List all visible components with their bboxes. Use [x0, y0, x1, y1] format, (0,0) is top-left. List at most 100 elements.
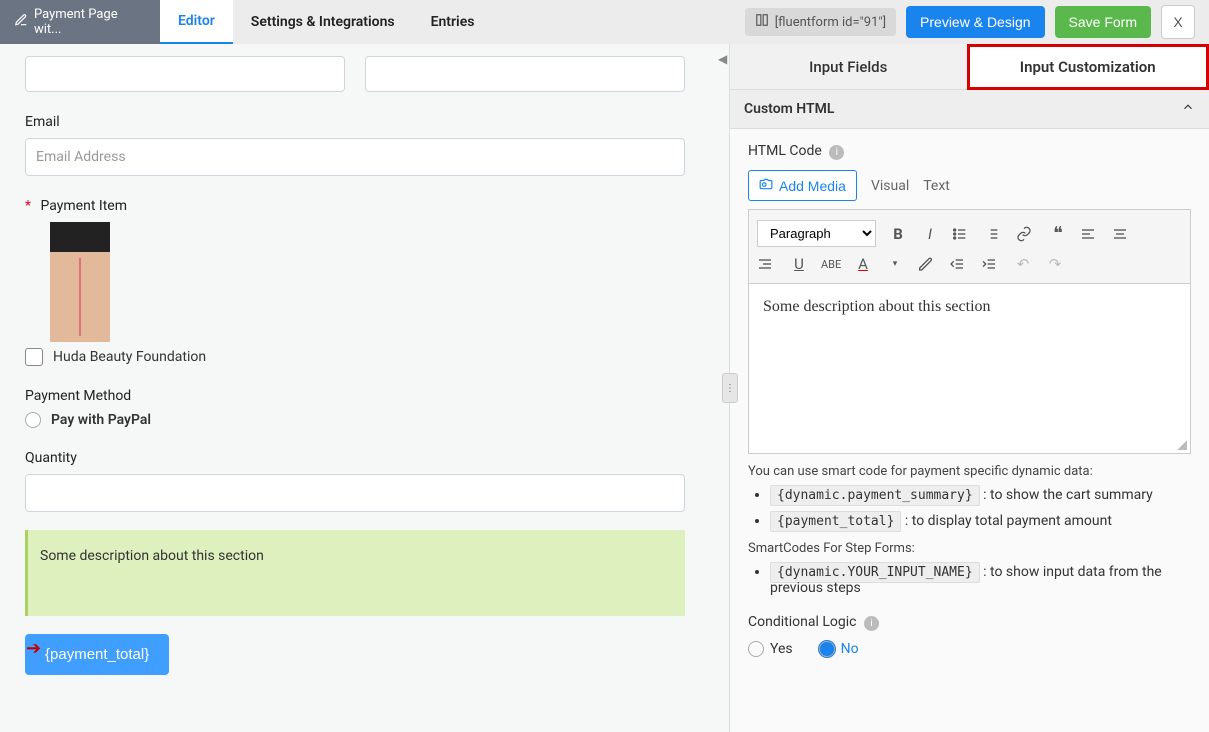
- payment-item-label-text: Payment Item: [41, 198, 127, 214]
- help-icon[interactable]: i: [864, 616, 879, 631]
- smartcode-list: {dynamic.payment_summary} : to show the …: [770, 487, 1191, 529]
- chevron-up-icon: [1181, 100, 1195, 118]
- tab-editor[interactable]: Editor: [160, 0, 233, 44]
- list-item: {dynamic.YOUR_INPUT_NAME} : to show inpu…: [770, 564, 1191, 596]
- custom-html-block[interactable]: Some description about this section: [25, 530, 685, 616]
- conditional-logic-label: Conditional Logic: [748, 614, 856, 630]
- shortcode-display[interactable]: [fluentform id="91"]: [745, 8, 896, 36]
- cond-no-option[interactable]: No: [819, 641, 859, 657]
- quantity-input[interactable]: [25, 474, 685, 512]
- list-item: {payment_total} : to display total payme…: [770, 513, 1191, 529]
- payment-method-label: Payment Method: [25, 388, 685, 404]
- clear-format-icon[interactable]: [917, 256, 937, 272]
- smartcode-hint-intro: You can use smart code for payment speci…: [748, 464, 1191, 479]
- shortcode-text: [fluentform id="91"]: [775, 15, 886, 30]
- shortcode-icon: [755, 13, 769, 31]
- preview-design-button[interactable]: Preview & Design: [906, 6, 1045, 38]
- smartcode-2: {payment_total}: [770, 511, 901, 532]
- format-select[interactable]: Paragraph: [757, 220, 876, 247]
- radio-icon: [819, 641, 835, 657]
- sidebar-body: HTML Code i Add Media Visual Text: [730, 129, 1209, 732]
- quantity-label: Quantity: [25, 450, 685, 466]
- primary-tabs: Editor Settings & Integrations Entries: [160, 0, 492, 44]
- tab-input-customization[interactable]: Input Customization: [967, 44, 1209, 90]
- link-icon[interactable]: [1016, 226, 1036, 242]
- align-right-icon[interactable]: [757, 256, 777, 272]
- name-first-input[interactable]: [25, 56, 345, 92]
- list-item: {dynamic.payment_summary} : to show the …: [770, 487, 1191, 503]
- collapse-icon[interactable]: ◀: [718, 52, 727, 66]
- undo-icon[interactable]: ↶: [1013, 255, 1033, 273]
- mode-text[interactable]: Text: [923, 178, 950, 194]
- conditional-logic-row: Conditional Logic i: [748, 614, 1191, 631]
- strikethrough-icon[interactable]: ABE: [821, 258, 841, 271]
- close-button[interactable]: X: [1161, 5, 1195, 39]
- html-code-label-row: HTML Code i: [748, 143, 1191, 160]
- yes-label: Yes: [770, 641, 793, 657]
- align-center-icon[interactable]: [1112, 226, 1132, 242]
- email-input[interactable]: Email Address: [25, 138, 685, 176]
- align-left-icon[interactable]: [1080, 226, 1100, 242]
- product-image: [50, 222, 110, 342]
- section-custom-html-header[interactable]: Custom HTML: [730, 90, 1209, 129]
- email-placeholder: Email Address: [36, 149, 126, 165]
- outdent-icon[interactable]: [949, 256, 969, 272]
- sidebar-tabs: Input Fields Input Customization: [730, 44, 1209, 90]
- cond-yes-option[interactable]: Yes: [748, 641, 793, 657]
- italic-icon[interactable]: I: [920, 225, 940, 243]
- product-option-row[interactable]: Huda Beauty Foundation: [25, 348, 685, 366]
- toolbar: Paragraph B I ❝ U ABE A ▾: [748, 209, 1191, 284]
- resize-handle[interactable]: ⋮: [722, 373, 738, 403]
- tab-settings[interactable]: Settings & Integrations: [233, 0, 413, 44]
- redo-icon[interactable]: ↷: [1045, 255, 1065, 273]
- quote-icon[interactable]: ❝: [1048, 223, 1068, 244]
- paypal-option-row[interactable]: Pay with PayPal: [25, 412, 685, 428]
- html-editor[interactable]: Some description about this section: [748, 284, 1191, 454]
- payment-total-button[interactable]: {payment_total}: [25, 634, 169, 675]
- add-media-button[interactable]: Add Media: [748, 170, 857, 201]
- checkbox-icon[interactable]: [25, 348, 43, 366]
- payment-item-label: * Payment Item: [25, 198, 685, 214]
- tab-entries[interactable]: Entries: [413, 0, 493, 44]
- text-color-dropdown-icon[interactable]: ▾: [885, 259, 905, 269]
- underline-icon[interactable]: U: [789, 255, 809, 273]
- product-option-label: Huda Beauty Foundation: [53, 349, 206, 365]
- form-canvas: Email Email Address * Payment Item Huda …: [0, 44, 729, 732]
- sidebar: ◀ ⋮ Input Fields Input Customization Cus…: [729, 44, 1209, 732]
- step-smartcode-list: {dynamic.YOUR_INPUT_NAME} : to show inpu…: [770, 564, 1191, 596]
- text-color-icon[interactable]: A: [853, 255, 873, 273]
- step-smartcode-heading: SmartCodes For Step Forms:: [748, 541, 1191, 556]
- top-right: [fluentform id="91"] Preview & Design Sa…: [745, 5, 1209, 39]
- top-bar: Payment Page wit... Editor Settings & In…: [0, 0, 1209, 44]
- add-media-label: Add Media: [779, 178, 846, 194]
- smartcode-2-text: : to display total payment amount: [905, 513, 1112, 529]
- resize-grip-icon[interactable]: [1177, 440, 1187, 450]
- name-last-input[interactable]: [365, 56, 685, 92]
- tab-input-fields[interactable]: Input Fields: [730, 44, 967, 90]
- smartcode-1-text: : to show the cart summary: [983, 487, 1153, 503]
- indent-icon[interactable]: [981, 256, 1001, 272]
- numbered-list-icon[interactable]: [984, 226, 1004, 242]
- mode-visual[interactable]: Visual: [871, 178, 909, 194]
- section-title: Custom HTML: [744, 101, 834, 117]
- no-label: No: [841, 641, 859, 657]
- media-icon: [759, 177, 773, 194]
- page-title: Payment Page wit...: [34, 7, 146, 37]
- required-mark: *: [25, 198, 31, 214]
- page-title-chip: Payment Page wit...: [0, 0, 160, 44]
- paypal-label: Pay with PayPal: [51, 412, 151, 428]
- smartcode-1: {dynamic.payment_summary}: [770, 485, 980, 506]
- html-block-text: Some description about this section: [40, 548, 264, 564]
- main-layout: Email Email Address * Payment Item Huda …: [0, 44, 1209, 732]
- email-label: Email: [25, 114, 685, 130]
- editor-content: Some description about this section: [763, 298, 991, 315]
- save-form-button[interactable]: Save Form: [1055, 6, 1151, 38]
- help-icon[interactable]: i: [829, 145, 844, 160]
- bold-icon[interactable]: B: [888, 225, 908, 243]
- radio-icon[interactable]: [25, 412, 41, 428]
- radio-icon: [748, 641, 764, 657]
- annotation-arrow-icon: ➔: [26, 638, 41, 659]
- bullet-list-icon[interactable]: [952, 226, 972, 242]
- html-code-label: HTML Code: [748, 143, 822, 159]
- edit-icon: [14, 13, 28, 31]
